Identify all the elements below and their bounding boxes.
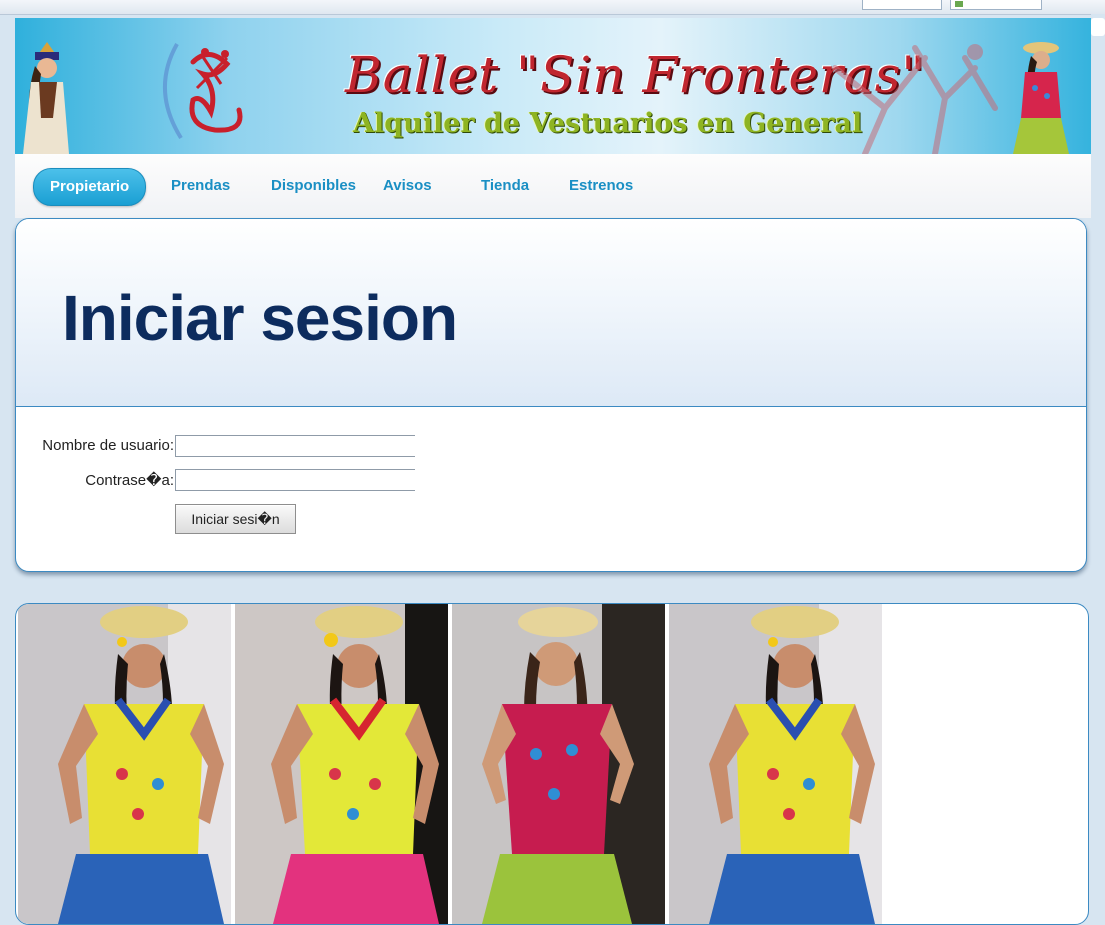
nav-item-prendas[interactable]: Prendas: [171, 168, 230, 204]
scrollbar-thumb[interactable]: [1091, 18, 1105, 36]
nav-item-avisos[interactable]: Avisos: [383, 168, 432, 204]
password-label: Contrase�a:: [85, 472, 174, 489]
username-field[interactable]: [175, 435, 415, 457]
site-banner: Ballet "Sin Fronteras" Alquiler de Vestu…: [15, 18, 1091, 154]
banner-title: Ballet "Sin Fronteras": [345, 46, 926, 104]
username-label: Nombre de usuario:: [42, 437, 174, 454]
banner-subtitle: Alquiler de Vestuarios en General: [353, 108, 863, 139]
nav-item-disponibles[interactable]: Disponibles: [271, 168, 356, 204]
browser-toolbar-button[interactable]: [862, 0, 942, 10]
dancer-left-image: [23, 42, 69, 154]
gallery-photo-1: [18, 604, 231, 924]
ballet-logo-icon: [162, 43, 243, 140]
page-title: Iniciar sesion: [62, 282, 458, 354]
gallery-photo-2: [235, 604, 448, 924]
bookmark-icon: [955, 1, 963, 7]
photo-gallery: [15, 603, 1089, 925]
login-panel: Iniciar sesion Nombre de usuario: Contra…: [15, 218, 1087, 572]
login-header: Iniciar sesion: [16, 219, 1086, 407]
gallery-photo-4: [669, 604, 882, 924]
browser-bookmark-button[interactable]: [950, 0, 1042, 10]
dancer-right-image: [1013, 42, 1069, 154]
main-nav: Propietario Prendas Disponibles Avisos T…: [15, 154, 1091, 218]
gallery-photo-3: [452, 604, 665, 924]
nav-item-tienda[interactable]: Tienda: [481, 168, 529, 204]
login-submit-button[interactable]: Iniciar sesi�n: [175, 504, 296, 534]
nav-item-estrenos[interactable]: Estrenos: [569, 168, 633, 204]
page-scrollbar[interactable]: [1091, 14, 1105, 904]
password-field[interactable]: [175, 469, 415, 491]
nav-item-propietario[interactable]: Propietario: [33, 168, 147, 206]
dancer-silhouettes-image: [832, 44, 998, 154]
browser-top-strip: [0, 0, 1105, 15]
